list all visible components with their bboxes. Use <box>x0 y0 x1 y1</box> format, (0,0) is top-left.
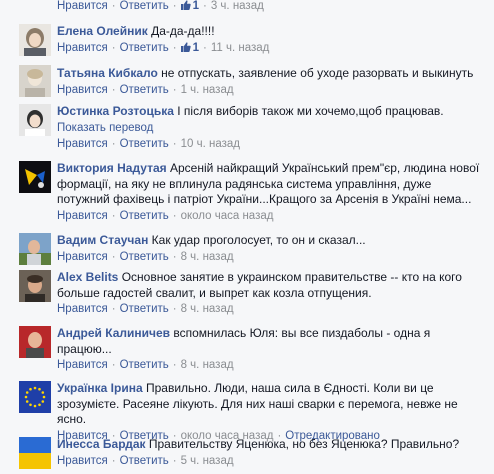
reply-link[interactable]: Ответить <box>120 138 169 150</box>
commenter-name[interactable]: Alex Belits <box>57 270 118 284</box>
avatar[interactable] <box>19 233 51 265</box>
reply-link[interactable]: Ответить <box>120 210 169 222</box>
comment-actions: Нравится · Ответить · 8 ч. назад <box>57 250 234 263</box>
like-link[interactable]: Нравится <box>57 210 108 222</box>
like-link[interactable]: Нравится <box>57 138 108 150</box>
timestamp[interactable]: 8 ч. назад <box>181 251 234 263</box>
timestamp[interactable]: 3 ч. назад <box>211 0 264 12</box>
reply-link[interactable]: Ответить <box>120 0 169 12</box>
timestamp[interactable]: около часа назад <box>181 210 274 222</box>
commenter-name[interactable]: Виктория Надутая <box>57 161 167 175</box>
reply-link[interactable]: Ответить <box>120 455 169 467</box>
like-link[interactable]: Нравится <box>57 303 108 315</box>
reply-link[interactable]: Ответить <box>120 84 169 96</box>
commenter-name[interactable]: Українка Ірина <box>57 381 143 395</box>
like-count[interactable]: 1 <box>180 41 199 54</box>
avatar[interactable] <box>19 161 51 193</box>
reply-link[interactable]: Ответить <box>120 42 169 54</box>
timestamp[interactable]: 1 ч. назад <box>181 84 234 96</box>
comment-text: Да-да-да!!!! <box>151 24 215 38</box>
comment-actions: Нравится · Ответить · 1 ч. назад <box>57 83 234 96</box>
avatar[interactable] <box>19 326 51 358</box>
like-count[interactable]: 1 <box>180 0 199 12</box>
comment-actions: Нравится · Ответить · 1 · 3 ч. назад <box>57 0 264 12</box>
like-link[interactable]: Нравится <box>57 0 108 12</box>
like-link[interactable]: Нравится <box>57 251 108 263</box>
timestamp[interactable]: 11 ч. назад <box>211 42 270 54</box>
avatar[interactable] <box>19 104 51 136</box>
avatar[interactable] <box>19 24 51 56</box>
commenter-name[interactable]: Елена Олейник <box>57 24 148 38</box>
thumbs-up-icon <box>180 0 191 10</box>
avatar[interactable] <box>19 381 51 413</box>
eu-flag-icon <box>19 381 51 413</box>
timestamp[interactable]: 10 ч. назад <box>181 138 240 150</box>
timestamp[interactable]: 5 ч. назад <box>181 455 234 467</box>
ua-flag-icon <box>19 437 51 469</box>
commenter-name[interactable]: Вадим Стаучан <box>57 233 148 247</box>
like-link[interactable]: Нравится <box>57 84 108 96</box>
show-translation-link[interactable]: Показать перевод <box>57 120 486 136</box>
commenter-name[interactable]: Инесса Бардак <box>57 437 146 451</box>
comment-text: Правительству Яценюка, но без Яценюка? П… <box>148 437 460 451</box>
comment-actions: Нравится · Ответить · 1 · 11 ч. назад <box>57 41 270 54</box>
comment-actions: Нравится · Ответить · 10 ч. назад <box>57 137 240 150</box>
avatar[interactable] <box>19 65 51 97</box>
reply-link[interactable]: Ответить <box>120 359 169 371</box>
avatar[interactable] <box>19 270 51 302</box>
comment-text: І після виборів також ми хочемо,щоб прац… <box>177 104 444 118</box>
comment-text: Основное занятие в украинском правительс… <box>57 270 462 300</box>
reply-link[interactable]: Ответить <box>120 303 169 315</box>
like-link[interactable]: Нравится <box>57 359 108 371</box>
commenter-name[interactable]: Татьяна Кибкало <box>57 66 158 80</box>
like-link[interactable]: Нравится <box>57 42 108 54</box>
comment-actions: Нравится · Ответить · около часа назад <box>57 209 274 222</box>
timestamp[interactable]: 8 ч. назад <box>181 303 234 315</box>
comment-actions: Нравится · Ответить · 8 ч. назад <box>57 303 234 315</box>
like-link[interactable]: Нравится <box>57 455 108 467</box>
commenter-name[interactable]: Андрей Калиничев <box>57 326 170 340</box>
comment-actions: Нравится · Ответить · 8 ч. назад <box>57 359 234 371</box>
reply-link[interactable]: Ответить <box>120 251 169 263</box>
timestamp[interactable]: 8 ч. назад <box>181 359 234 371</box>
comment-actions: Нравится · Ответить · 5 ч. назад <box>57 454 234 467</box>
avatar[interactable] <box>19 437 51 469</box>
comment-text: не отпускать, заявление об уходе разорва… <box>161 66 474 80</box>
thumbs-up-icon <box>180 41 191 52</box>
commenter-name[interactable]: Юстинка Розтоцька <box>57 104 174 118</box>
comment-text: Как удар проголосует, то он и сказал... <box>151 233 366 247</box>
